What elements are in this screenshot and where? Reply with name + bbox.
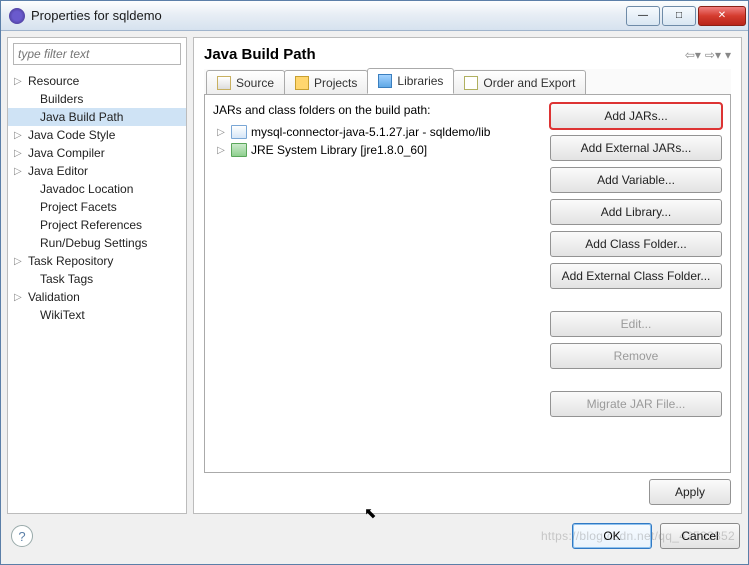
tab-label: Source: [236, 76, 274, 90]
nav-arrows: ⇦▾ ⇨▾ ▾: [685, 48, 731, 62]
sidebar-item-label: Task Tags: [38, 272, 95, 286]
sidebar-item-label: Javadoc Location: [38, 182, 135, 196]
sidebar-item-label: Validation: [26, 290, 82, 304]
help-icon[interactable]: ?: [11, 525, 33, 547]
sidebar-item-label: Java Code Style: [26, 128, 117, 142]
page-title: Java Build Path: [204, 46, 685, 63]
sidebar-item-wikitext[interactable]: WikiText: [8, 306, 186, 324]
list-caption: JARs and class folders on the build path…: [213, 103, 544, 117]
expand-arrow-icon: ▷: [14, 76, 26, 87]
sidebar-item-java-editor[interactable]: ▷Java Editor: [8, 162, 186, 180]
sidebar-item-label: WikiText: [38, 308, 87, 322]
add-library-button[interactable]: Add Library...: [550, 199, 722, 225]
main-panel: Java Build Path ⇦▾ ⇨▾ ▾ Source Projects Li…: [193, 37, 742, 514]
sidebar-item-project-facets[interactable]: Project Facets: [8, 198, 186, 216]
titlebar: Properties for sqldemo — □ ✕: [1, 1, 748, 31]
expand-arrow-icon: ▷: [14, 256, 26, 267]
jre-icon: [231, 143, 247, 157]
add-external-class-folder-button[interactable]: Add External Class Folder...: [550, 263, 722, 289]
expand-arrow-icon: ▷: [14, 130, 26, 141]
sidebar-item-builders[interactable]: Builders: [8, 90, 186, 108]
projects-icon: [295, 76, 309, 90]
edit-button: Edit...: [550, 311, 722, 337]
sidebar-item-label: Builders: [38, 92, 85, 106]
nav-forward-icon[interactable]: ⇨▾: [705, 48, 721, 62]
filter-input[interactable]: [13, 43, 181, 65]
sidebar-item-label: Resource: [26, 74, 81, 88]
sidebar-tree: ▷ResourceBuildersJava Build Path▷Java Co…: [8, 70, 186, 513]
nav-back-icon[interactable]: ⇦▾: [685, 48, 701, 62]
sidebar: ▷ResourceBuildersJava Build Path▷Java Co…: [7, 37, 187, 514]
expand-arrow-icon: ▷: [14, 166, 26, 177]
sidebar-item-label: Project References: [38, 218, 144, 232]
libraries-icon: [378, 74, 392, 88]
remove-button: Remove: [550, 343, 722, 369]
expand-arrow-icon: ▷: [14, 292, 26, 303]
migrate-jar-file-button: Migrate JAR File...: [550, 391, 722, 417]
watermark: https://blog.csdn.net/qq_43592352: [541, 529, 735, 543]
apply-button[interactable]: Apply: [649, 479, 731, 505]
minimize-button[interactable]: —: [626, 6, 660, 26]
sidebar-item-label: Java Editor: [26, 164, 90, 178]
tab-projects[interactable]: Projects: [284, 70, 368, 94]
sidebar-item-javadoc-location[interactable]: Javadoc Location: [8, 180, 186, 198]
button-column: Add JARs... Add External JARs... Add Varia…: [550, 103, 722, 464]
add-class-folder-button[interactable]: Add Class Folder...: [550, 231, 722, 257]
sidebar-item-project-references[interactable]: Project References: [8, 216, 186, 234]
sidebar-item-label: Run/Debug Settings: [38, 236, 149, 250]
tab-libraries[interactable]: Libraries: [367, 68, 454, 94]
sidebar-item-resource[interactable]: ▷Resource: [8, 72, 186, 90]
list-item[interactable]: ▷ mysql-connector-java-5.1.27.jar - sqlde…: [215, 123, 542, 141]
sidebar-item-label: Java Compiler: [26, 146, 107, 160]
maximize-button[interactable]: □: [662, 6, 696, 26]
sidebar-item-label: Java Build Path: [38, 110, 125, 124]
jar-icon: [231, 125, 247, 139]
list-item-label: mysql-connector-java-5.1.27.jar - sqldem…: [251, 125, 490, 139]
expand-arrow-icon: ▷: [14, 148, 26, 159]
tab-label: Projects: [314, 76, 357, 90]
sidebar-item-java-code-style[interactable]: ▷Java Code Style: [8, 126, 186, 144]
window-buttons: — □ ✕: [624, 6, 746, 26]
add-variable-button[interactable]: Add Variable...: [550, 167, 722, 193]
close-button[interactable]: ✕: [698, 6, 746, 26]
sidebar-item-java-compiler[interactable]: ▷Java Compiler: [8, 144, 186, 162]
sidebar-item-label: Project Facets: [38, 200, 119, 214]
source-icon: [217, 76, 231, 90]
tab-label: Libraries: [397, 74, 443, 88]
sidebar-item-task-repository[interactable]: ▷Task Repository: [8, 252, 186, 270]
sidebar-item-run-debug-settings[interactable]: Run/Debug Settings: [8, 234, 186, 252]
jar-list[interactable]: ▷ mysql-connector-java-5.1.27.jar - sqlde…: [213, 121, 544, 464]
order-icon: [464, 76, 478, 90]
sidebar-item-validation[interactable]: ▷Validation: [8, 288, 186, 306]
app-icon: [9, 8, 25, 24]
expand-arrow-icon: ▷: [215, 127, 227, 138]
sidebar-item-java-build-path[interactable]: Java Build Path: [8, 108, 186, 126]
sidebar-item-label: Task Repository: [26, 254, 115, 268]
add-external-jars-button[interactable]: Add External JARs...: [550, 135, 722, 161]
tab-order-and-export[interactable]: Order and Export: [453, 70, 586, 94]
nav-menu-icon[interactable]: ▾: [725, 48, 731, 62]
sidebar-item-task-tags[interactable]: Task Tags: [8, 270, 186, 288]
tab-body: JARs and class folders on the build path…: [204, 95, 731, 473]
list-item-label: JRE System Library [jre1.8.0_60]: [251, 143, 427, 157]
tab-label: Order and Export: [483, 76, 575, 90]
list-item[interactable]: ▷ JRE System Library [jre1.8.0_60]: [215, 141, 542, 159]
window-title: Properties for sqldemo: [31, 8, 624, 23]
expand-arrow-icon: ▷: [215, 145, 227, 156]
tab-source[interactable]: Source: [206, 70, 285, 94]
tabstrip: Source Projects Libraries Order and Export: [204, 69, 731, 95]
add-jars-button[interactable]: Add JARs...: [550, 103, 722, 129]
